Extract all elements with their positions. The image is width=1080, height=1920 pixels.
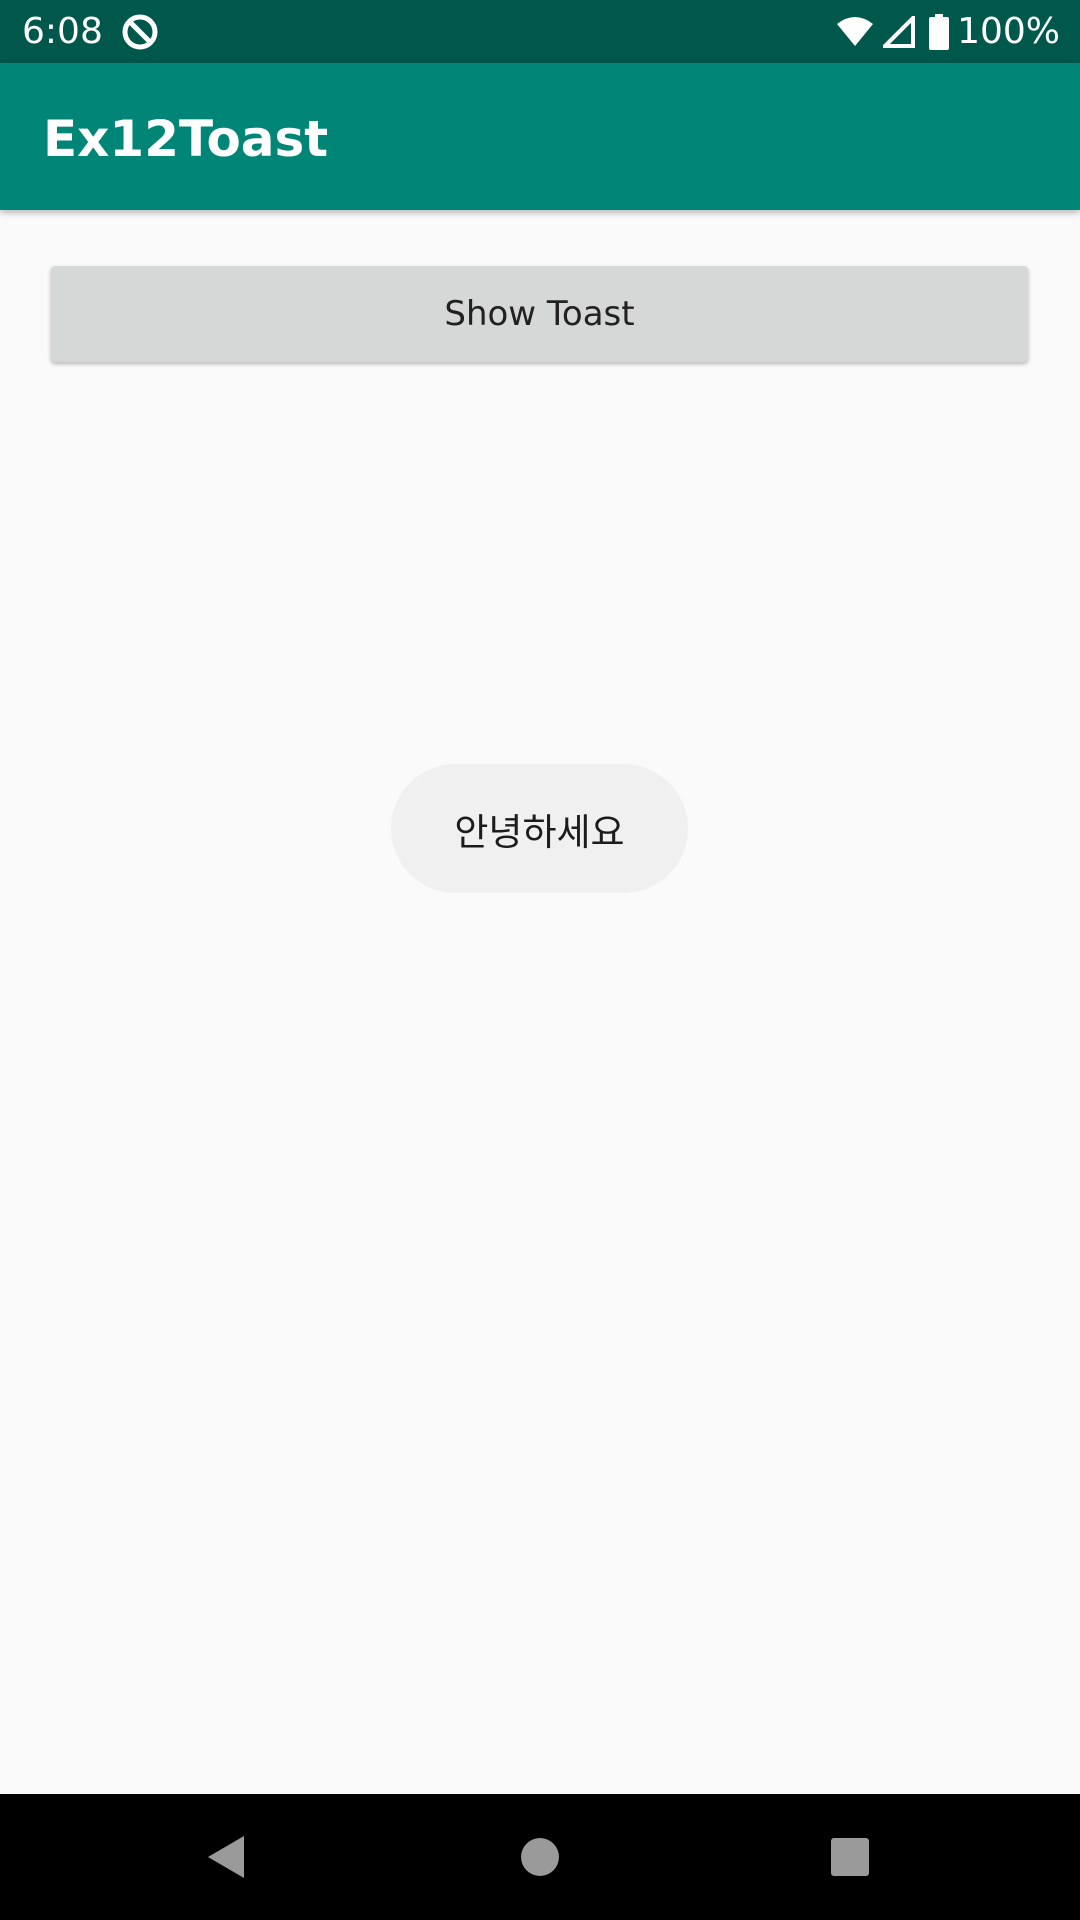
back-icon[interactable] xyxy=(200,1825,264,1889)
navigation-bar xyxy=(0,1794,1080,1920)
status-icons: 100% xyxy=(835,0,1060,63)
status-time: 6:08 xyxy=(22,11,103,52)
app-notification-icon xyxy=(120,12,160,52)
toast-text: 안녕하세요 xyxy=(454,810,625,854)
app-title: Ex12Toast xyxy=(43,110,329,168)
show-toast-button[interactable]: Show Toast xyxy=(51,266,1028,362)
battery-percentage: 100% xyxy=(957,10,1060,52)
recents-icon[interactable] xyxy=(818,1825,882,1889)
battery-icon xyxy=(929,13,950,50)
app-bar: Ex12Toast xyxy=(0,63,1080,210)
toast-message: 안녕하세요 xyxy=(391,764,688,893)
cell-signal-icon xyxy=(883,15,916,48)
wifi-icon xyxy=(835,16,875,48)
home-icon[interactable] xyxy=(508,1825,572,1889)
status-bar: 6:08 100% xyxy=(0,0,1080,63)
